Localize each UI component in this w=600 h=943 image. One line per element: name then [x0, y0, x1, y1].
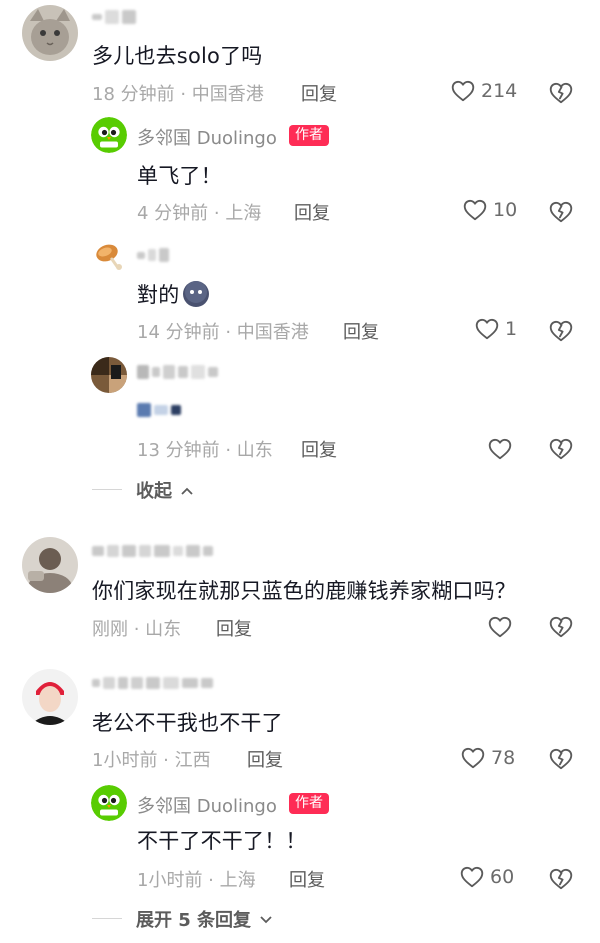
reply-text: 對的	[137, 279, 210, 313]
heart-icon	[459, 864, 485, 890]
heart-icon[interactable]	[487, 436, 513, 462]
author-badge: 作者	[289, 125, 329, 146]
heart-icon	[450, 78, 476, 104]
like-count: 60	[490, 866, 515, 888]
heart-icon[interactable]	[487, 614, 513, 640]
heart-icon	[474, 316, 500, 342]
comment-timestamp: 刚刚 · 山东	[92, 619, 182, 640]
comment-text: 老公不干我也不干了	[92, 711, 283, 735]
broken-heart-icon[interactable]	[548, 436, 574, 462]
author-badge: 作者	[289, 793, 329, 814]
broken-heart-icon[interactable]	[548, 614, 574, 640]
like-count: 10	[493, 199, 518, 221]
like-count: 78	[491, 747, 516, 769]
broken-heart-icon[interactable]	[548, 199, 574, 225]
reply-timestamp: 1小时前 · 上海	[137, 870, 256, 891]
avatar[interactable]	[22, 537, 78, 593]
avatar[interactable]	[91, 238, 127, 274]
duolingo-avatar[interactable]	[91, 117, 127, 153]
reply-text-blurred	[137, 403, 181, 417]
reply-text-value: 對的	[137, 283, 180, 307]
broken-heart-icon[interactable]	[548, 318, 574, 344]
comment-timestamp: 1小时前 · 江西	[92, 750, 211, 771]
broken-heart-icon[interactable]	[548, 746, 574, 772]
username-blurred[interactable]	[92, 545, 213, 557]
sticker-emoji	[182, 280, 210, 313]
reply-button[interactable]: 回复	[289, 866, 325, 892]
like-button[interactable]: 78	[460, 745, 515, 771]
broken-heart-icon[interactable]	[548, 80, 574, 106]
reply-timestamp: 14 分钟前 · 中国香港	[137, 322, 309, 343]
reply-button[interactable]: 回复	[301, 436, 337, 462]
username-blurred[interactable]	[92, 677, 213, 689]
chevron-down-icon	[260, 916, 272, 924]
reply-text: 不干了不干了！！	[137, 829, 307, 853]
like-button[interactable]: 10	[462, 197, 517, 223]
author-name[interactable]: 多邻国 Duolingo	[137, 792, 277, 818]
thread-divider	[92, 918, 122, 919]
username-blurred[interactable]	[137, 365, 218, 379]
avatar[interactable]	[22, 5, 78, 61]
like-count: 1	[505, 318, 518, 340]
avatar[interactable]	[91, 357, 127, 393]
author-name[interactable]: 多邻国 Duolingo	[137, 124, 277, 150]
username-blurred[interactable]	[92, 10, 136, 24]
reply-button[interactable]: 回复	[247, 746, 283, 772]
reply-timestamp: 13 分钟前 · 山东	[137, 440, 273, 461]
reply-button[interactable]: 回复	[294, 199, 330, 225]
thread-divider	[92, 489, 122, 490]
comment-text: 你们家现在就那只蓝色的鹿赚钱养家糊口吗？	[92, 579, 516, 603]
comment-text: 多儿也去solo了吗	[92, 44, 263, 68]
broken-heart-icon[interactable]	[548, 866, 574, 892]
heart-icon	[462, 197, 488, 223]
collapse-replies-button[interactable]: 收起	[136, 477, 194, 503]
reply-button[interactable]: 回复	[301, 80, 337, 106]
duolingo-avatar[interactable]	[91, 785, 127, 821]
heart-icon	[460, 745, 486, 771]
reply-button[interactable]: 回复	[216, 615, 252, 641]
like-button[interactable]: 60	[459, 864, 514, 890]
reply-timestamp: 4 分钟前 · 上海	[137, 203, 262, 224]
username-blurred[interactable]	[137, 248, 169, 262]
like-count: 214	[481, 80, 518, 102]
like-button[interactable]: 1	[474, 316, 517, 342]
comment-timestamp: 18 分钟前 · 中国香港	[92, 84, 264, 105]
chevron-up-icon	[181, 487, 193, 495]
collapse-label: 收起	[136, 481, 172, 502]
like-button[interactable]: 214	[450, 78, 517, 104]
reply-button[interactable]: 回复	[343, 318, 379, 344]
reply-text: 单飞了！	[137, 164, 222, 188]
avatar[interactable]	[22, 669, 78, 725]
expand-replies-button[interactable]: 展开 5 条回复	[136, 906, 273, 932]
expand-label: 展开 5 条回复	[136, 910, 252, 931]
